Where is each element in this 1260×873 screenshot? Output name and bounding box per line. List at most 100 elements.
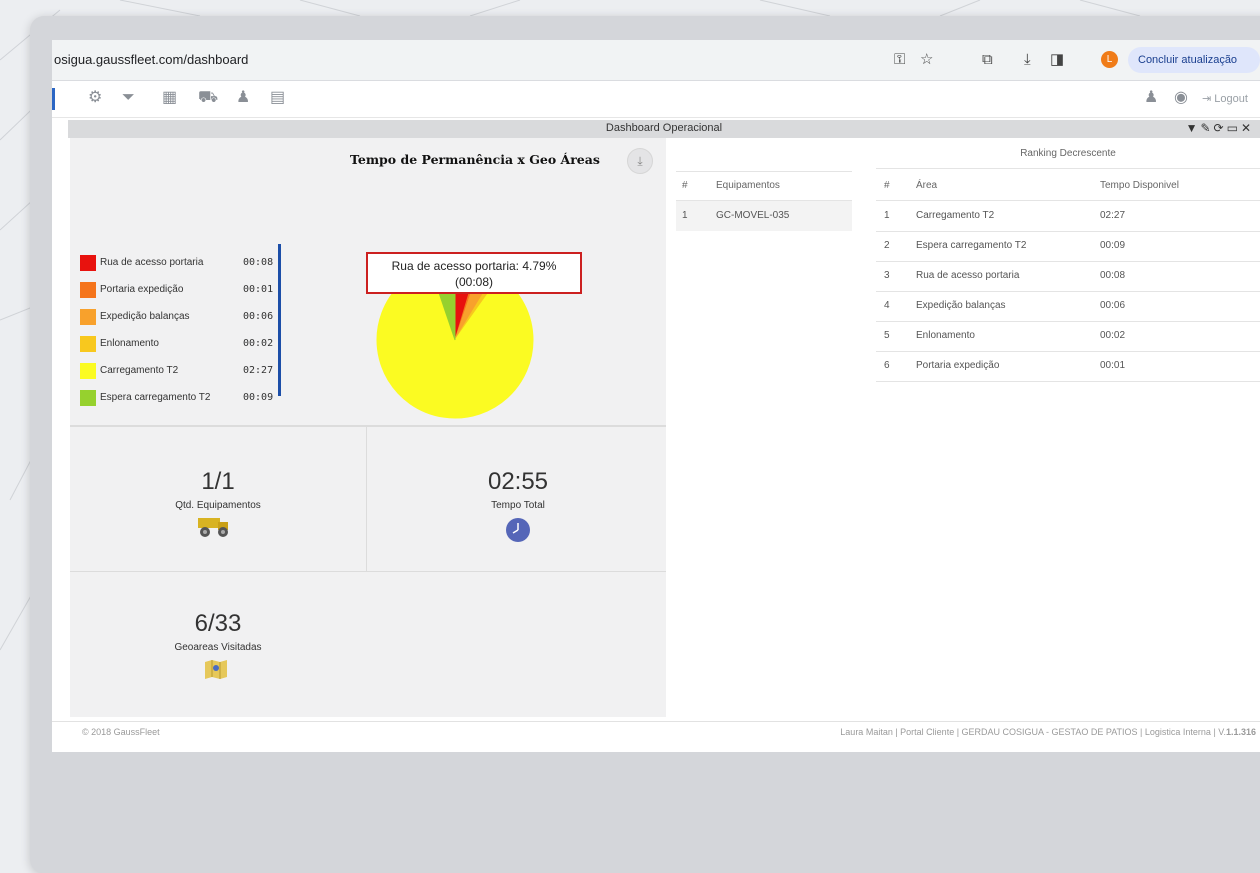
panel-controls: ▼✎⟳▭✕	[1186, 121, 1254, 135]
rank-num: 3	[884, 270, 890, 281]
equip-header-name: Equipamentos	[716, 180, 780, 191]
table-row[interactable]: 1 GC-MOVEL-035	[676, 201, 852, 231]
legend-value: 02:27	[243, 365, 274, 376]
rank-area: Enlonamento	[916, 330, 975, 341]
row-divider	[676, 171, 852, 172]
logout-link[interactable]: ⇥ Logout	[1202, 92, 1248, 105]
table-row[interactable]: 1 Carregamento T2 02:27	[876, 201, 1260, 232]
rank-time: 00:02	[1100, 330, 1126, 341]
footer-info-text: Laura Maitan | Portal Cliente | GERDAU C…	[840, 727, 1226, 737]
legend-swatch	[80, 309, 96, 325]
legend-value: 00:02	[243, 338, 274, 349]
bell-icon[interactable]: ♟	[1144, 89, 1158, 107]
legend-swatch	[80, 390, 96, 406]
rank-header-area: Área	[916, 180, 938, 191]
panel-header: Dashboard Operacional ▼✎⟳▭✕	[68, 120, 1260, 138]
rank-time: 02:27	[1100, 210, 1126, 221]
legend-swatch	[80, 282, 96, 298]
extensions-icon[interactable]: ⧉	[982, 51, 993, 69]
rank-time: 00:01	[1100, 360, 1126, 371]
logout-label: Logout	[1214, 93, 1248, 105]
rank-num: 1	[884, 210, 890, 221]
legend-swatch	[80, 255, 96, 271]
legend-item[interactable]: Carregamento T2 02:27	[80, 363, 275, 381]
legend-label: Carregamento T2	[100, 365, 179, 376]
legend-label: Expedição balanças	[100, 311, 190, 322]
legend-value: 00:08	[243, 257, 274, 268]
equipamentos-label: Qtd. Equipamentos	[175, 500, 261, 511]
download-chart-button[interactable]: ⤓	[627, 148, 653, 174]
legend-scrollbar[interactable]	[278, 244, 281, 396]
equip-header-num: #	[682, 180, 688, 191]
rank-time: 00:06	[1100, 300, 1126, 311]
gear-icon[interactable]: ⚙	[88, 89, 102, 107]
panel-close-icon[interactable]: ✕	[1241, 121, 1254, 135]
chart-tooltip: Rua de acesso portaria: 4.79% (00:08)	[366, 252, 582, 294]
update-button[interactable]: Concluir atualização	[1128, 47, 1260, 73]
rank-area: Espera carregamento T2	[916, 240, 1027, 251]
rank-area: Carregamento T2	[916, 210, 995, 221]
map-icon	[205, 660, 227, 679]
footer-info: Laura Maitan | Portal Cliente | GERDAU C…	[840, 727, 1256, 737]
legend-label: Espera carregamento T2	[100, 392, 211, 403]
rank-num: 4	[884, 300, 890, 311]
browser-window: osigua.gaussfleet.com/dashboard ⚿ ☆ ⧉ ⤓ …	[52, 40, 1260, 752]
equip-row-num: 1	[682, 210, 688, 221]
legend-value: 00:09	[243, 392, 274, 403]
table-row[interactable]: 3 Rua de acesso portaria 00:08	[876, 261, 1260, 292]
key-icon[interactable]: ⚿	[894, 51, 905, 69]
tempo-total-label: Tempo Total	[491, 500, 545, 511]
legend-swatch	[80, 363, 96, 379]
rank-num: 2	[884, 240, 890, 251]
rank-num: 6	[884, 360, 890, 371]
id-card-icon[interactable]: ▤	[270, 89, 285, 107]
legend-label: Portaria expedição	[100, 284, 184, 295]
truck-icon[interactable]: ⛟	[198, 89, 218, 107]
legend-label: Rua de acesso portaria	[100, 257, 204, 268]
sidepanel-icon[interactable]: ◨	[1050, 51, 1064, 69]
rank-area: Rua de acesso portaria	[916, 270, 1020, 281]
tables-area: # Equipamentos 1 GC-MOVEL-035 Ranking De…	[666, 138, 1260, 717]
panel-maximize-icon[interactable]: ▭	[1227, 121, 1241, 135]
geoareas-value: 6/33	[194, 610, 242, 637]
table-row[interactable]: 4 Expedição balanças 00:06	[876, 291, 1260, 322]
divider	[70, 425, 666, 427]
rank-time: 00:08	[1100, 270, 1126, 281]
star-icon[interactable]: ☆	[920, 51, 933, 69]
panel-edit-icon[interactable]: ✎	[1200, 121, 1213, 135]
legend-item[interactable]: Portaria expedição 00:01	[80, 282, 275, 300]
account-icon[interactable]: ◉	[1174, 89, 1188, 107]
legend-item[interactable]: Enlonamento 00:02	[80, 336, 275, 354]
panel-filter-icon[interactable]: ▼	[1186, 121, 1201, 135]
table-row[interactable]: 5 Enlonamento 00:02	[876, 321, 1260, 352]
rank-area: Expedição balanças	[916, 300, 1006, 311]
footer-copyright: © 2018 GaussFleet	[82, 727, 160, 737]
panel-refresh-icon[interactable]: ⟳	[1214, 121, 1227, 135]
divider	[366, 427, 367, 571]
url-field[interactable]: osigua.gaussfleet.com/dashboard	[54, 52, 248, 67]
dump-truck-icon	[198, 518, 228, 537]
equipamentos-value: 1/1	[201, 468, 235, 495]
download-icon[interactable]: ⤓	[1024, 51, 1031, 69]
app-toolbar: ⚙ ⏷ ▦ ⛟ ♟ ▤ ♟ ◉ ⇥ Logout	[52, 81, 1260, 118]
legend-item[interactable]: Espera carregamento T2 00:09	[80, 390, 275, 408]
chart-and-stats-area: Tempo de Permanência x Geo Áreas ⤓ Rua d…	[70, 138, 666, 717]
legend-swatch	[80, 336, 96, 352]
clock-icon	[506, 518, 530, 542]
legend-item[interactable]: Rua de acesso portaria 00:08	[80, 255, 275, 273]
footer: © 2018 GaussFleet Laura Maitan | Portal …	[52, 721, 1260, 742]
legend-value: 00:01	[243, 284, 274, 295]
rank-num: 5	[884, 330, 890, 341]
sidebar-toggle[interactable]	[52, 88, 55, 110]
calendar-icon[interactable]: ▦	[162, 89, 177, 107]
table-row[interactable]: 2 Espera carregamento T2 00:09	[876, 231, 1260, 262]
user-icon[interactable]: ♟	[236, 89, 250, 107]
table-row[interactable]: 6 Portaria expedição 00:01	[876, 351, 1260, 382]
tooltip-line1: Rua de acesso portaria: 4.79%	[391, 259, 557, 273]
filter-icon[interactable]: ⏷	[122, 89, 135, 107]
tooltip-line2: (00:08)	[454, 275, 494, 289]
profile-avatar[interactable]: L	[1101, 51, 1118, 68]
legend-item[interactable]: Expedição balanças 00:06	[80, 309, 275, 327]
row-divider	[876, 168, 1260, 169]
legend-value: 00:06	[243, 311, 274, 322]
